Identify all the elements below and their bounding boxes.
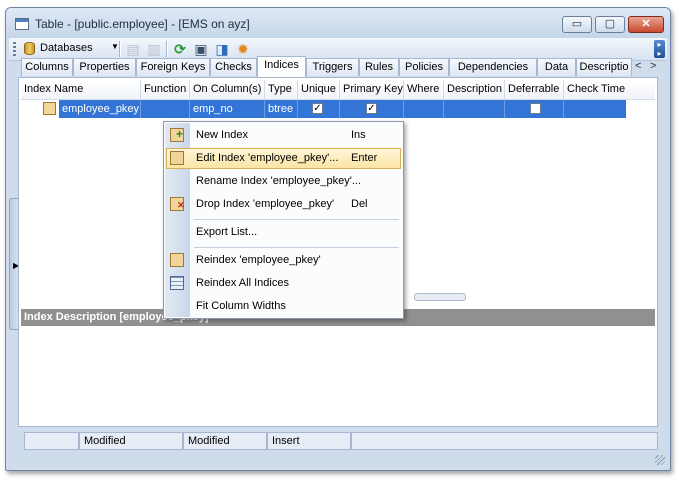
menu-item-label: Reindex 'employee_pkey'	[196, 254, 321, 266]
column-header-on-columns[interactable]: On Column(s)	[190, 80, 265, 99]
menu-item-drop-index[interactable]: Drop Index 'employee_pkey' Del	[166, 194, 401, 215]
column-header-primary-key[interactable]: Primary Key	[340, 80, 404, 99]
column-header-type[interactable]: Type	[265, 80, 298, 99]
edit-index-icon	[170, 151, 184, 165]
new-index-icon	[170, 127, 184, 142]
tab-dependencies[interactable]: Dependencies	[449, 58, 537, 76]
tab-data[interactable]: Data	[537, 58, 576, 76]
cell-on-columns[interactable]: emp_no	[190, 100, 265, 118]
menu-item-fit-column-widths[interactable]: Fit Column Widths	[166, 296, 401, 317]
tab-triggers[interactable]: Triggers	[306, 58, 359, 76]
column-header-check-time[interactable]: Check Time	[564, 80, 657, 99]
database-icon	[24, 42, 35, 55]
toolbar-separator	[166, 41, 168, 57]
index-icon	[43, 102, 56, 115]
menu-item-label: Reindex All Indices	[196, 277, 289, 289]
export-icon[interactable]: ◨	[214, 41, 230, 57]
close-button[interactable]: ✕	[628, 16, 664, 33]
status-bar: Modified Modified Insert	[18, 432, 658, 450]
title-bar[interactable]: Table - [public.employee] - [EMS on ayz]…	[6, 8, 670, 38]
minimize-button[interactable]: ▭	[562, 16, 592, 33]
window-title: Table - [public.employee] - [EMS on ayz]	[35, 17, 250, 31]
menu-item-export-list[interactable]: Export List...	[166, 222, 401, 243]
menu-item-rename-index[interactable]: Rename Index 'employee_pkey'...	[166, 171, 401, 192]
forward-icon[interactable]: ▥	[146, 41, 162, 57]
tab-policies[interactable]: Policies	[399, 58, 449, 76]
column-header-unique[interactable]: Unique	[298, 80, 340, 99]
cell-function[interactable]	[141, 100, 190, 118]
horizontal-scrollbar-thumb[interactable]	[414, 293, 466, 301]
settings-icon[interactable]: ✹	[235, 41, 251, 57]
status-cell-modified-2: Modified	[183, 432, 267, 450]
status-cell-position	[24, 432, 79, 450]
tab-scroll-right-icon[interactable]: >	[650, 60, 656, 72]
tab-rules[interactable]: Rules	[359, 58, 399, 76]
tab-foreign-keys[interactable]: Foreign Keys	[136, 58, 210, 76]
grid-header: Index Name Function On Column(s) Type Un…	[21, 80, 655, 100]
tab-indices[interactable]: Indices	[257, 56, 306, 77]
column-header-where[interactable]: Where	[404, 80, 444, 99]
column-header-description[interactable]: Description	[444, 80, 505, 99]
status-cell-insert: Insert	[267, 432, 351, 450]
context-menu: New Index Ins Edit Index 'employee_pkey'…	[163, 121, 404, 319]
menu-separator	[194, 219, 399, 220]
chevron-down-icon[interactable]: ▼	[111, 42, 119, 51]
menu-item-shortcut: Enter	[351, 152, 378, 164]
menu-item-label: Rename Index 'employee_pkey'...	[196, 175, 362, 187]
table-row[interactable]: employee_pkey emp_no btree ✓ ✓	[21, 100, 626, 118]
column-header-function[interactable]: Function	[141, 80, 190, 99]
tab-properties[interactable]: Properties	[73, 58, 136, 76]
cell-index-name[interactable]: employee_pkey	[59, 100, 141, 118]
tab-scroll-left-icon[interactable]: <	[635, 60, 641, 72]
menu-item-new-index[interactable]: New Index Ins	[166, 125, 401, 146]
unique-checkbox[interactable]: ✓	[312, 103, 323, 114]
toolbar-separator	[119, 41, 121, 57]
tab-description[interactable]: Descriptio	[576, 58, 632, 76]
status-cell-modified: Modified	[79, 432, 183, 450]
refresh-icon[interactable]: ⟳	[172, 41, 188, 57]
tab-columns[interactable]: Columns	[21, 58, 73, 76]
toolbar-grip-icon[interactable]	[13, 42, 16, 56]
menu-item-reindex-all[interactable]: Reindex All Indices	[166, 273, 401, 294]
drop-index-icon	[170, 197, 185, 211]
print-icon[interactable]: ▣	[193, 41, 209, 57]
status-cell-info	[351, 432, 658, 450]
menu-item-shortcut: Del	[351, 198, 368, 210]
menu-item-label: Fit Column Widths	[196, 300, 286, 312]
menu-item-shortcut: Ins	[351, 129, 366, 141]
tab-checks[interactable]: Checks	[210, 58, 257, 76]
deferrable-checkbox[interactable]	[530, 103, 541, 114]
reindex-all-icon	[170, 276, 184, 290]
column-header-index-name[interactable]: Index Name	[21, 80, 141, 99]
cell-where[interactable]	[404, 100, 444, 118]
menu-separator	[194, 247, 399, 248]
menu-item-label: Edit Index 'employee_pkey'...	[196, 152, 339, 164]
table-window-icon	[15, 18, 29, 30]
primary-key-checkbox[interactable]: ✓	[366, 103, 377, 114]
column-header-deferrable[interactable]: Deferrable	[505, 80, 564, 99]
menu-item-label: Drop Index 'employee_pkey'	[196, 198, 335, 210]
menu-item-reindex[interactable]: Reindex 'employee_pkey'	[166, 250, 401, 271]
cell-description[interactable]	[444, 100, 505, 118]
databases-dropdown-label[interactable]: Databases	[40, 42, 93, 54]
menu-item-label: New Index	[196, 129, 248, 141]
reindex-icon	[170, 253, 184, 267]
resize-grip-icon[interactable]	[655, 455, 665, 465]
cell-type[interactable]: btree	[265, 100, 298, 118]
menu-item-label: Export List...	[196, 226, 258, 238]
tab-strip: Columns Properties Foreign Keys Checks I…	[18, 56, 675, 77]
back-icon[interactable]: ▤	[125, 41, 141, 57]
cell-check-time[interactable]	[564, 100, 626, 118]
maximize-button[interactable]: ▢	[595, 16, 625, 33]
menu-item-edit-index[interactable]: Edit Index 'employee_pkey'... Enter	[166, 148, 401, 169]
